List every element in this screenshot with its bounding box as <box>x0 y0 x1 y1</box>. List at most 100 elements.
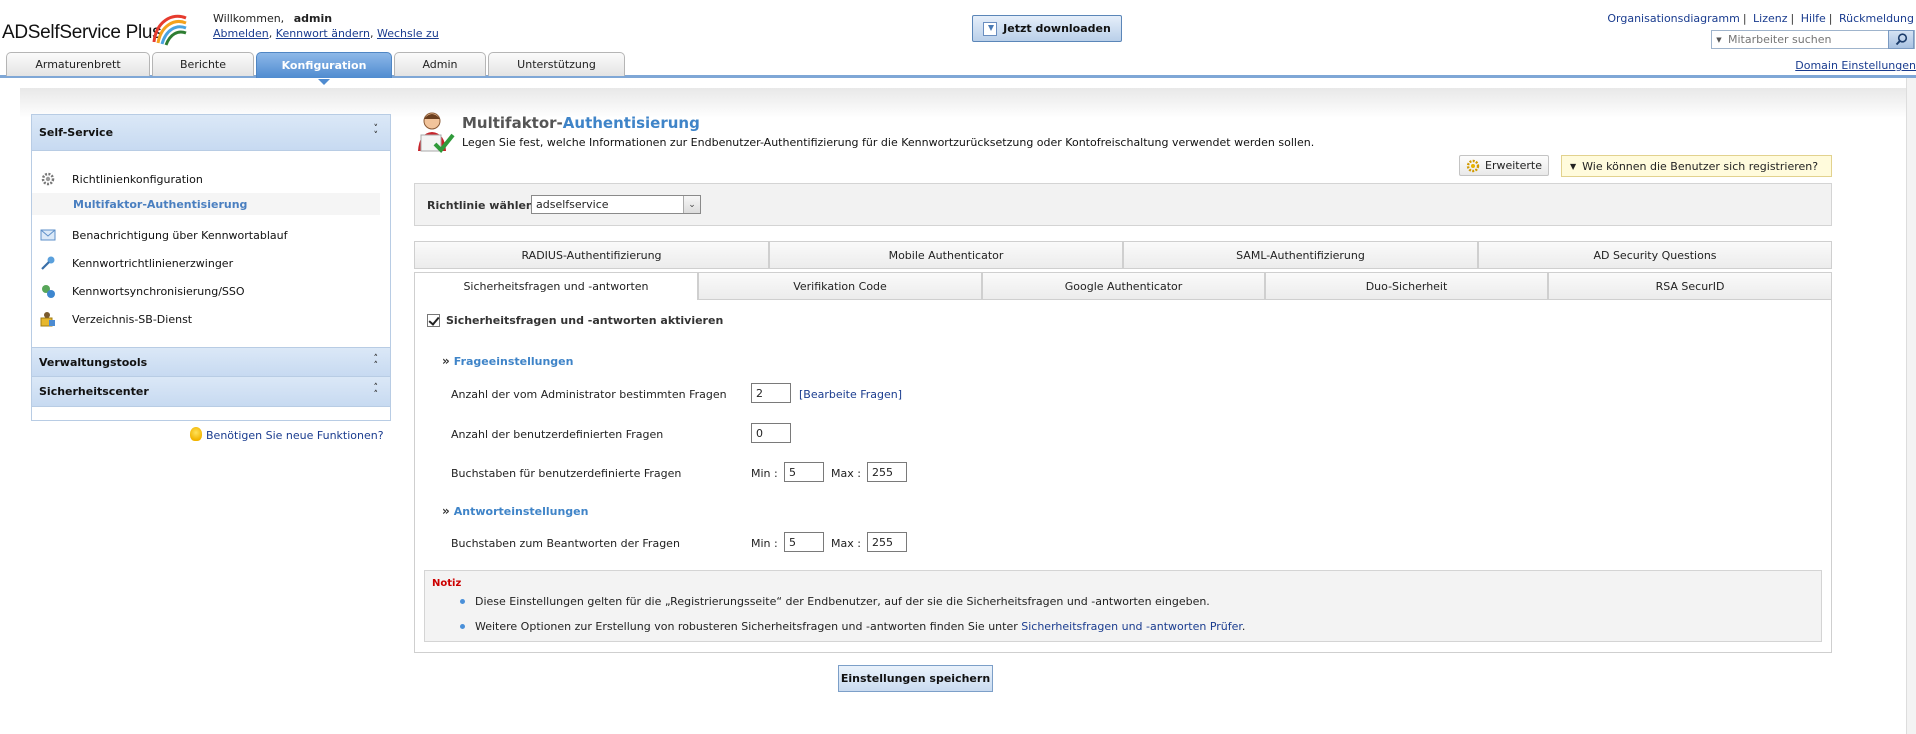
download-icon <box>983 21 998 36</box>
sidebar-item-password-policy[interactable]: Kennwortrichtlinienerzwinger <box>32 249 390 277</box>
double-chevron-icon: » <box>442 504 450 518</box>
account-links: Abmelden, Kennwort ändern, Wechsle zu <box>213 27 439 40</box>
download-button-label: Jetzt downloaden <box>1003 22 1111 35</box>
policy-label: Richtlinie wählen <box>427 199 534 212</box>
top-links: Organisationsdiagramm | Lizenz | Hilfe | Rü… <box>1607 12 1914 25</box>
download-button[interactable]: Jetzt downloaden <box>972 15 1122 42</box>
scrollbar[interactable] <box>1906 78 1916 734</box>
answer-max-input[interactable]: 255 <box>867 532 907 552</box>
answer-settings-label: Antworteinstellungen <box>453 505 589 518</box>
gear-icon <box>41 172 55 186</box>
sidebar: Self-Service ˅ ˅ Richtlinienkonfiguration… <box>31 114 391 421</box>
note-item: Weitere Optionen zur Erstellung von robu… <box>459 620 1246 633</box>
need-features-label: Benötigen Sie neue Funktionen? <box>206 429 384 442</box>
feedback-link[interactable]: Rückmeldung <box>1839 12 1914 25</box>
employee-search: ▼ <box>1711 30 1915 49</box>
page-title-highlight: Authentisierung <box>562 114 700 132</box>
user-questions-input[interactable]: 0 <box>751 423 791 443</box>
answer-chars-label: Buchstaben zum Beantworten der Fragen <box>451 537 680 550</box>
tab-admin[interactable]: Admin <box>394 52 486 76</box>
change-password-link[interactable]: Kennwort ändern <box>276 27 370 40</box>
user-question-chars-label: Buchstaben für benutzerdefinierte Fragen <box>451 467 682 480</box>
username: admin <box>293 12 333 25</box>
policy-select-value: adselfservice <box>536 198 609 211</box>
page-description: Legen Sie fest, welche Informationen zur… <box>462 136 1315 149</box>
enable-label: Sicherheitsfragen und -antworten aktivie… <box>446 314 724 327</box>
logo-swirl-icon <box>152 14 187 46</box>
save-settings-button[interactable]: Einstellungen speichern <box>838 665 993 692</box>
tab-saml[interactable]: SAML-Authentifizierung <box>1123 241 1478 269</box>
employee-search-input[interactable] <box>1726 32 1886 47</box>
tab-radius[interactable]: RADIUS-Authentifizierung <box>414 241 769 269</box>
note-2-text: Weitere Optionen zur Erstellung von robu… <box>475 620 1022 633</box>
answer-settings-header[interactable]: » Antworteinstellungen <box>442 504 588 518</box>
question-settings-header[interactable]: » Frageeinstellungen <box>442 354 573 368</box>
chevron-down-icon[interactable]: ⌄ <box>683 196 700 213</box>
sidebar-item-policy-config[interactable]: Richtlinienkonfiguration <box>32 165 390 193</box>
note-item: Diese Einstellungen gelten für die „Regi… <box>460 595 1210 608</box>
tab-duo-security[interactable]: Duo-Sicherheit <box>1265 272 1548 300</box>
note-title: Notiz <box>432 578 462 589</box>
switch-to-link[interactable]: Wechsle zu <box>377 27 439 40</box>
tab-rsa-securid[interactable]: RSA SecurID <box>1548 272 1832 300</box>
caret-down-icon: ▼ <box>1570 161 1577 171</box>
page-title-prefix: Multifaktor- <box>462 114 563 132</box>
policy-select[interactable]: adselfservice ⌄ <box>531 195 701 214</box>
sidebar-self-service-label: Self-Service <box>39 126 114 139</box>
welcome-label: Willkommen, <box>213 12 285 25</box>
logo: ADSelfService Plus <box>2 22 162 43</box>
enable-checkbox[interactable] <box>427 314 440 327</box>
search-button[interactable] <box>1888 30 1914 49</box>
tab-verification-code[interactable]: Verifikation Code <box>698 272 982 300</box>
admin-questions-label: Anzahl der vom Administrator bestimmten … <box>451 388 727 401</box>
tab-dashboard[interactable]: Armaturenbrett <box>6 52 150 76</box>
sidebar-item-password-sync[interactable]: Kennwortsynchronisierung/SSO <box>32 277 390 305</box>
sidebar-security-center-header[interactable]: Sicherheitscenter ˄ ˄ <box>32 377 390 407</box>
sync-icon <box>42 285 55 298</box>
advanced-button[interactable]: Erweiterte <box>1459 155 1549 176</box>
expand-icon[interactable]: ˄ ˄ <box>374 355 379 371</box>
sidebar-self-service-header[interactable]: Self-Service ˅ ˅ <box>32 115 390 151</box>
tab-google-authenticator[interactable]: Google Authenticator <box>982 272 1265 300</box>
search-dropdown-icon[interactable]: ▼ <box>1712 36 1726 44</box>
envelope-icon <box>40 229 56 241</box>
double-chevron-icon: » <box>442 354 450 368</box>
sidebar-item-expiry-notification[interactable]: Benachrichtigung über Kennwortablauf <box>32 221 390 249</box>
org-chart-link[interactable]: Organisationsdiagramm <box>1607 12 1739 25</box>
sidebar-item-label: Kennwortsynchronisierung/SSO <box>72 284 245 298</box>
sidebar-item-directory-service[interactable]: Verzeichnis-SB-Dienst <box>32 305 390 333</box>
logout-link[interactable]: Abmelden <box>213 27 269 40</box>
key-icon <box>41 256 55 270</box>
question-max-input[interactable]: 255 <box>867 462 907 482</box>
need-features-link[interactable]: Benötigen Sie neue Funktionen? <box>190 427 384 442</box>
collapse-icon[interactable]: ˅ ˅ <box>374 125 379 141</box>
edit-questions-link[interactable]: [Bearbeite Fragen] <box>799 388 902 401</box>
tab-configuration[interactable]: Konfiguration <box>256 52 392 85</box>
admin-questions-input[interactable]: 2 <box>751 383 791 403</box>
tab-mobile-authenticator[interactable]: Mobile Authenticator <box>769 241 1123 269</box>
note-2-suffix: . <box>1241 620 1246 633</box>
tab-support[interactable]: Unterstützung <box>488 52 625 76</box>
question-checker-link[interactable]: Sicherheitsfragen und -antworten Prüfer <box>1021 620 1242 633</box>
user-check-icon <box>418 112 455 153</box>
domain-settings-link[interactable]: Domain Einstellungen <box>1795 59 1916 72</box>
license-link[interactable]: Lizenz <box>1753 12 1787 25</box>
sidebar-management-tools-header[interactable]: Verwaltungstools ˄ ˄ <box>32 347 390 377</box>
question-min-input[interactable]: 5 <box>784 462 824 482</box>
tab-reports[interactable]: Berichte <box>152 52 254 76</box>
advanced-button-label: Erweiterte <box>1485 159 1542 172</box>
sidebar-item-label: Kennwortrichtlinienerzwinger <box>72 256 234 270</box>
help-link[interactable]: Hilfe <box>1801 12 1826 25</box>
main-nav: Armaturenbrett Berichte Konfiguration Ad… <box>0 52 1916 85</box>
note-box: Notiz Diese Einstellungen gelten für die… <box>424 570 1822 642</box>
tab-ad-security-questions[interactable]: AD Security Questions <box>1478 241 1832 269</box>
question-settings-label: Frageeinstellungen <box>453 355 574 368</box>
how-register-button[interactable]: ▼ Wie können die Benutzer sich registrie… <box>1561 155 1832 177</box>
gear-icon <box>1466 159 1480 172</box>
page-title: Multifaktor-Authentisierung <box>462 114 700 132</box>
question-max-label: Max : <box>831 467 861 480</box>
expand-icon[interactable]: ˄ ˄ <box>374 384 379 400</box>
answer-min-input[interactable]: 5 <box>784 532 824 552</box>
tab-security-questions[interactable]: Sicherheitsfragen und -antworten <box>414 272 698 301</box>
sidebar-item-mfa[interactable]: Multifaktor-Authentisierung <box>32 193 380 215</box>
